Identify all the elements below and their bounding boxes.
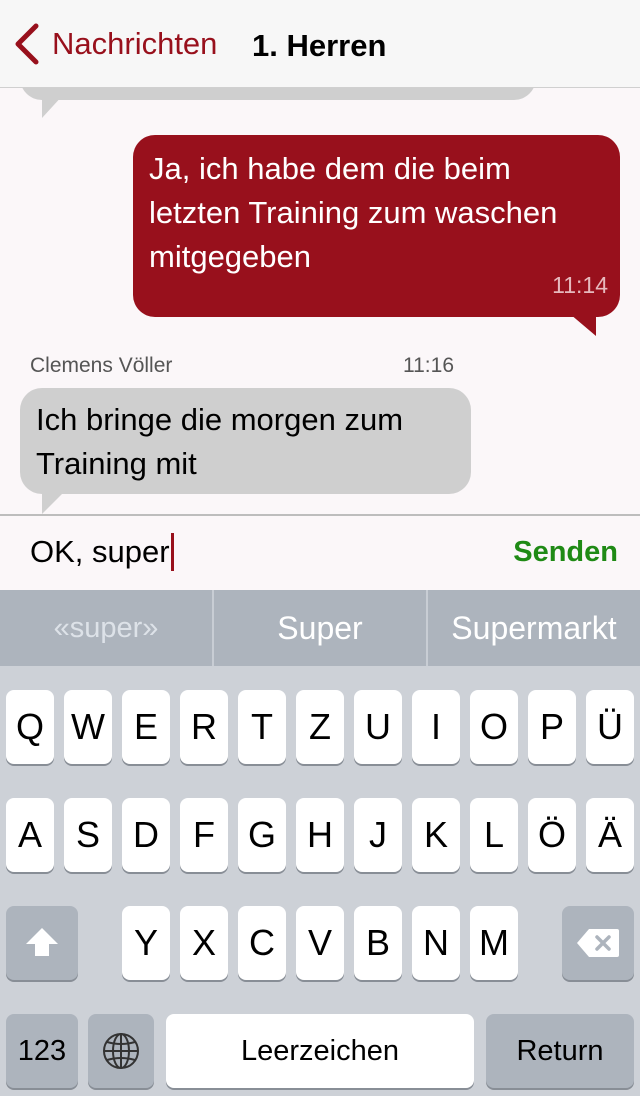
key[interactable]: B — [354, 906, 402, 980]
key[interactable]: Q — [6, 690, 54, 764]
key[interactable]: H — [296, 798, 344, 872]
key[interactable]: R — [180, 690, 228, 764]
suggestion-1[interactable]: Super — [214, 590, 426, 666]
keyboard: Q W E R T Z U I O P Ü A S D F G H J K L … — [0, 666, 640, 1096]
return-key[interactable]: Return — [486, 1014, 634, 1088]
key[interactable]: L — [470, 798, 518, 872]
bubble-tail — [42, 492, 64, 514]
suggestion-2[interactable]: Supermarkt — [428, 590, 640, 666]
key[interactable]: Y — [122, 906, 170, 980]
key[interactable]: M — [470, 906, 518, 980]
incoming-message-bubble: Ich bringe die morgen zum Training mit — [20, 388, 471, 494]
message-input[interactable]: OK, super — [30, 532, 174, 573]
previous-message-bubble — [20, 88, 536, 100]
key[interactable]: N — [412, 906, 460, 980]
space-key[interactable]: Leerzeichen — [166, 1014, 474, 1088]
bubble-tail — [42, 94, 64, 118]
message-list[interactable]: Ja, ich habe dem die beim letzten Traini… — [0, 88, 640, 514]
message-input-value: OK, super — [30, 534, 170, 569]
backspace-icon — [577, 929, 619, 957]
key[interactable]: G — [238, 798, 286, 872]
key[interactable]: Z — [296, 690, 344, 764]
message-meta: Clemens Völler 11:16 — [30, 354, 454, 384]
message-composer: OK, super Senden — [0, 514, 640, 590]
back-button[interactable]: Nachrichten — [12, 22, 217, 66]
chevron-left-icon — [15, 23, 39, 65]
back-label: Nachrichten — [52, 26, 218, 61]
key[interactable]: W — [64, 690, 112, 764]
key[interactable]: Ö — [528, 798, 576, 872]
key[interactable]: V — [296, 906, 344, 980]
key[interactable]: K — [412, 798, 460, 872]
key[interactable]: C — [238, 906, 286, 980]
nav-bar: Nachrichten 1. Herren — [0, 0, 640, 88]
bubble-tail — [570, 314, 596, 336]
message-time: 11:14 — [552, 272, 608, 298]
key[interactable]: T — [238, 690, 286, 764]
suggestion-literal[interactable]: «super» — [0, 590, 212, 666]
numbers-key[interactable]: 123 — [6, 1014, 78, 1088]
key[interactable]: U — [354, 690, 402, 764]
key[interactable]: P — [528, 690, 576, 764]
key[interactable]: D — [122, 798, 170, 872]
outgoing-message-bubble: Ja, ich habe dem die beim letzten Traini… — [133, 135, 620, 317]
message-time: 11:16 — [403, 354, 454, 377]
globe-icon — [103, 1033, 139, 1069]
globe-key[interactable] — [88, 1014, 154, 1088]
message-text: Ich bringe die morgen zum Training mit — [36, 402, 404, 481]
key[interactable]: A — [6, 798, 54, 872]
key[interactable]: I — [412, 690, 460, 764]
key[interactable]: Ü — [586, 690, 634, 764]
key[interactable]: S — [64, 798, 112, 872]
autocorrect-bar: «super» Super Supermarkt — [0, 590, 640, 666]
key[interactable]: Ä — [586, 798, 634, 872]
shift-arrow-icon — [26, 928, 58, 956]
message-text: Ja, ich habe dem die beim letzten Traini… — [149, 151, 558, 274]
text-caret — [170, 532, 174, 571]
send-button[interactable]: Senden — [513, 536, 618, 569]
page-title: 1. Herren — [252, 28, 387, 63]
sender-name: Clemens Völler — [30, 354, 173, 377]
shift-key[interactable] — [6, 906, 78, 980]
key[interactable]: F — [180, 798, 228, 872]
key[interactable]: X — [180, 906, 228, 980]
key[interactable]: J — [354, 798, 402, 872]
key[interactable]: E — [122, 690, 170, 764]
key[interactable]: O — [470, 690, 518, 764]
backspace-key[interactable] — [562, 906, 634, 980]
